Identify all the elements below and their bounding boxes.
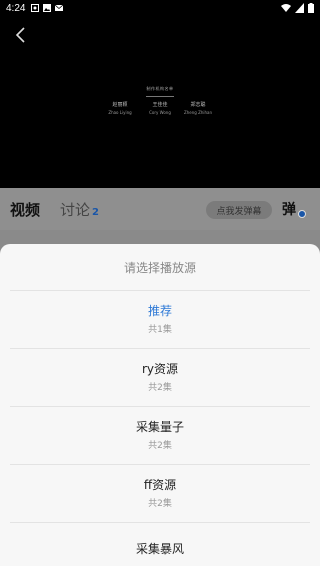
source-name: ry资源 <box>141 362 179 376</box>
wifi-icon <box>281 4 291 12</box>
credit-name-cn: 郑志聪 <box>190 102 206 108</box>
source-count: 共2集 <box>148 499 172 509</box>
credit-name-en: Zheng Zhihan <box>184 110 212 115</box>
battery-icon <box>308 3 314 13</box>
source-name: ff资源 <box>143 478 177 492</box>
status-time: 4:24 <box>6 2 26 14</box>
source-name: 采集暴风 <box>135 541 184 556</box>
source-count: 共2集 <box>148 383 172 393</box>
image-icon <box>43 4 52 12</box>
sheet-title: 请选择播放源 <box>123 260 196 275</box>
danmu-toggle-button[interactable]: 弹 <box>282 199 306 219</box>
credit-name-en: Zhao Liying <box>108 110 132 115</box>
source-list: 推荐 共1集 ry资源 共2集 采集量子 共2集 ff资源 共2集 采集暴风 <box>0 290 320 566</box>
chevron-left-icon <box>15 27 25 43</box>
video-player[interactable]: 制作机构名单 赵丽颖 Zhao Liying 王佳佳 Cory Wong 郑志聪… <box>0 16 320 188</box>
credit-name-cn: 赵丽颖 <box>112 102 128 108</box>
credit-item: 郑志聪 Zheng Zhihan <box>178 102 218 116</box>
signal-icon <box>295 3 304 13</box>
tab-bar: 视频 讨论 2 点我发弹幕 弹 <box>0 188 320 230</box>
source-count: 共2集 <box>148 441 172 451</box>
source-name: 采集量子 <box>135 420 184 434</box>
mail-icon <box>55 4 64 11</box>
back-button[interactable] <box>10 24 32 46</box>
notification-icon <box>31 4 40 12</box>
check-icon <box>298 210 306 218</box>
tab-video[interactable]: 视频 <box>10 199 40 220</box>
discuss-count-badge: 2 <box>92 206 99 218</box>
source-picker-sheet: 请选择播放源 推荐 共1集 ry资源 共2集 采集量子 共2集 ff资源 共2集… <box>0 244 320 566</box>
credit-name-en: Cory Wong <box>149 110 171 115</box>
source-item-baofeng[interactable]: 采集暴风 <box>10 522 310 566</box>
source-item-recommended[interactable]: 推荐 共1集 <box>10 290 310 348</box>
tab-discuss[interactable]: 讨论 <box>60 199 90 220</box>
danmu-input[interactable]: 点我发弹幕 <box>206 201 272 219</box>
credit-item: 王佳佳 Cory Wong <box>140 102 180 116</box>
source-item-ry[interactable]: ry资源 共2集 <box>10 348 310 406</box>
source-count: 共1集 <box>148 325 172 335</box>
credit-name-cn: 王佳佳 <box>152 102 168 108</box>
credit-item: 赵丽颖 Zhao Liying <box>100 102 140 116</box>
status-bar: 4:24 <box>0 0 320 16</box>
source-item-ff[interactable]: ff资源 共2集 <box>10 464 310 522</box>
credits-divider <box>146 96 174 97</box>
source-item-liangzi[interactable]: 采集量子 共2集 <box>10 406 310 464</box>
danmu-toggle-label: 弹 <box>282 202 296 218</box>
source-name: 推荐 <box>147 304 172 318</box>
credits-title: 制作机构名单 <box>146 86 174 91</box>
